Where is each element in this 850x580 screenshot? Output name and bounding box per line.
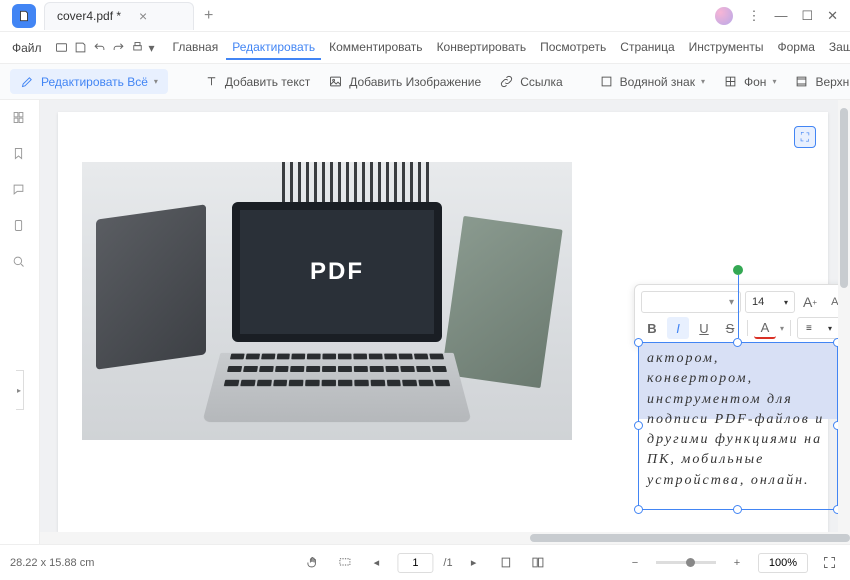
tab-title: cover4.pdf * bbox=[57, 9, 121, 23]
fullscreen-icon[interactable] bbox=[818, 552, 840, 574]
maximize-button[interactable]: ☐ bbox=[801, 8, 813, 24]
zoom-out-icon[interactable]: − bbox=[624, 552, 646, 574]
thumbnails-icon[interactable] bbox=[11, 110, 29, 128]
laptop-screen-text: PDF bbox=[232, 202, 442, 342]
underline-button[interactable]: U bbox=[693, 317, 715, 339]
zoom-in-icon[interactable]: + bbox=[726, 552, 748, 574]
expand-sidebar-handle[interactable]: ▸ bbox=[16, 370, 24, 410]
resize-handle[interactable] bbox=[733, 338, 742, 347]
page-total: /1 bbox=[443, 557, 452, 569]
menu-comment[interactable]: Комментировать bbox=[323, 36, 428, 60]
menu-form[interactable]: Форма bbox=[772, 36, 821, 60]
main-menu: Главная Редактировать Комментировать Кон… bbox=[167, 36, 850, 60]
canvas[interactable]: ⛶ PDF ▾ 14▾ A+ A- B I bbox=[40, 100, 850, 544]
app-logo bbox=[12, 4, 36, 28]
close-window-button[interactable]: ✕ bbox=[827, 8, 838, 24]
menu-home[interactable]: Главная bbox=[167, 36, 225, 60]
header-footer-button[interactable]: Верхний и нижний коло bbox=[794, 74, 850, 89]
view-mode-icon[interactable] bbox=[495, 552, 517, 574]
user-avatar[interactable] bbox=[715, 7, 733, 25]
menu-view[interactable]: Посмотреть bbox=[534, 36, 612, 60]
resize-handle[interactable] bbox=[634, 421, 643, 430]
comment-icon[interactable] bbox=[11, 182, 29, 200]
textbox-content[interactable]: актором, конвертором, инструментом для п… bbox=[639, 343, 837, 497]
reading-mode-icon[interactable] bbox=[527, 552, 549, 574]
font-family-select[interactable]: ▾ bbox=[641, 291, 741, 313]
fit-page-icon[interactable]: ⛶ bbox=[794, 126, 816, 148]
menu-protect[interactable]: Защити bbox=[823, 36, 850, 60]
undo-icon[interactable] bbox=[92, 37, 107, 59]
increase-font-icon[interactable]: A+ bbox=[799, 291, 821, 313]
menu-edit[interactable]: Редактировать bbox=[226, 36, 321, 60]
edit-all-label: Редактировать Всё bbox=[41, 75, 148, 89]
resize-handle[interactable] bbox=[733, 505, 742, 514]
background-button[interactable]: Фон ▾ bbox=[723, 74, 776, 89]
selected-textbox[interactable]: актором, конвертором, инструментом для п… bbox=[638, 342, 838, 510]
align-button[interactable]: ≡▾ bbox=[797, 317, 841, 339]
horizontal-scrollbar[interactable] bbox=[40, 532, 838, 544]
edit-all-button[interactable]: Редактировать Всё ▾ bbox=[10, 69, 168, 94]
search-icon[interactable] bbox=[11, 254, 29, 272]
pdf-page: ⛶ PDF ▾ 14▾ A+ A- B I bbox=[58, 112, 828, 532]
attachment-icon[interactable] bbox=[11, 218, 29, 236]
left-sidebar: ▸ bbox=[0, 100, 40, 544]
open-icon[interactable] bbox=[54, 37, 69, 59]
menu-page[interactable]: Страница bbox=[614, 36, 680, 60]
select-tool-icon[interactable] bbox=[333, 552, 355, 574]
minimize-button[interactable]: ― bbox=[774, 8, 787, 23]
close-tab-icon[interactable]: × bbox=[139, 8, 147, 24]
document-tab[interactable]: cover4.pdf * × bbox=[44, 2, 194, 30]
save-icon[interactable] bbox=[73, 37, 88, 59]
redo-icon[interactable] bbox=[111, 37, 126, 59]
rotate-handle[interactable] bbox=[733, 265, 743, 275]
file-menu[interactable]: Файл bbox=[4, 37, 50, 59]
kebab-menu-icon[interactable]: ⋮ bbox=[747, 8, 760, 24]
link-button[interactable]: Ссылка bbox=[499, 74, 562, 89]
italic-button[interactable]: I bbox=[667, 317, 689, 339]
bold-button[interactable]: B bbox=[641, 317, 663, 339]
page-input[interactable] bbox=[397, 553, 433, 573]
prev-page-icon[interactable]: ◂ bbox=[365, 552, 387, 574]
resize-handle[interactable] bbox=[634, 338, 643, 347]
font-color-button[interactable]: A bbox=[754, 317, 776, 339]
text-format-toolbar: ▾ 14▾ A+ A- B I U S A ▾ ≡▾ bbox=[634, 284, 850, 346]
menu-tools[interactable]: Инструменты bbox=[683, 36, 770, 60]
zoom-input[interactable] bbox=[758, 553, 808, 573]
chevron-down-icon[interactable]: ▾ bbox=[149, 37, 155, 59]
hand-tool-icon[interactable] bbox=[301, 552, 323, 574]
bookmark-icon[interactable] bbox=[11, 146, 29, 164]
next-page-icon[interactable]: ▸ bbox=[463, 552, 485, 574]
zoom-slider[interactable] bbox=[656, 561, 716, 564]
add-text-button[interactable]: Добавить текст bbox=[204, 74, 310, 89]
vertical-scrollbar[interactable] bbox=[838, 100, 850, 544]
add-tab-button[interactable]: + bbox=[204, 7, 213, 25]
print-icon[interactable] bbox=[130, 37, 145, 59]
cover-image: PDF bbox=[82, 162, 572, 440]
page-dimensions: 28.22 x 15.88 cm bbox=[10, 557, 94, 569]
resize-handle[interactable] bbox=[634, 505, 643, 514]
font-size-select[interactable]: 14▾ bbox=[745, 291, 795, 313]
add-image-button[interactable]: Добавить Изображение bbox=[328, 74, 481, 89]
watermark-button[interactable]: Водяной знак ▾ bbox=[599, 74, 705, 89]
menu-convert[interactable]: Конвертировать bbox=[431, 36, 533, 60]
